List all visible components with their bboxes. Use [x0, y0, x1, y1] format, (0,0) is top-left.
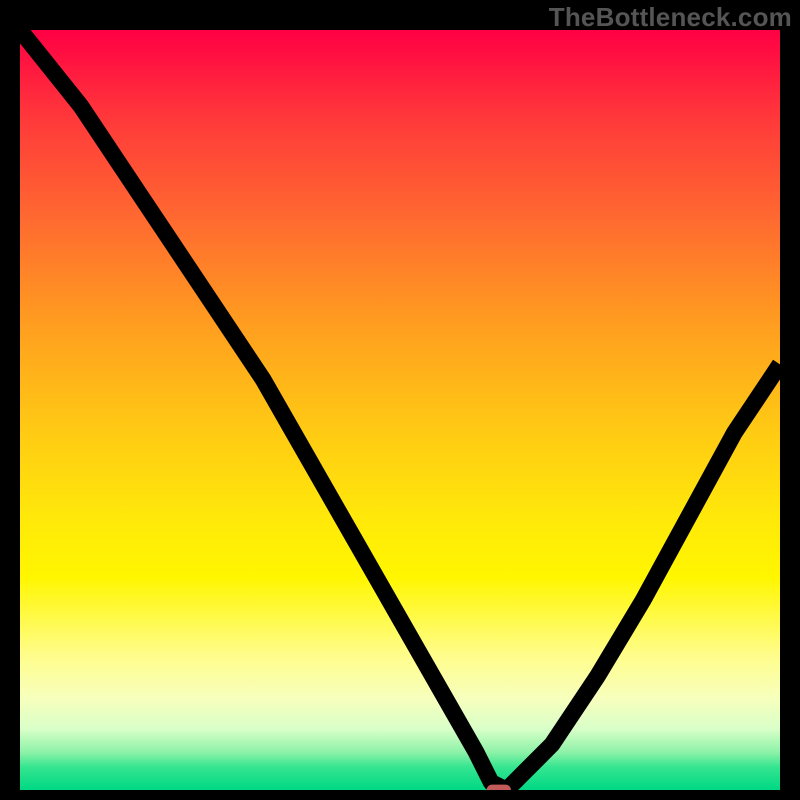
- bottleneck-curve: [20, 30, 780, 790]
- plot-svg: [20, 30, 780, 790]
- watermark-text: TheBottleneck.com: [549, 2, 792, 33]
- plot-area: [20, 30, 780, 790]
- chart-frame: TheBottleneck.com: [0, 0, 800, 800]
- optimum-marker: [487, 785, 511, 790]
